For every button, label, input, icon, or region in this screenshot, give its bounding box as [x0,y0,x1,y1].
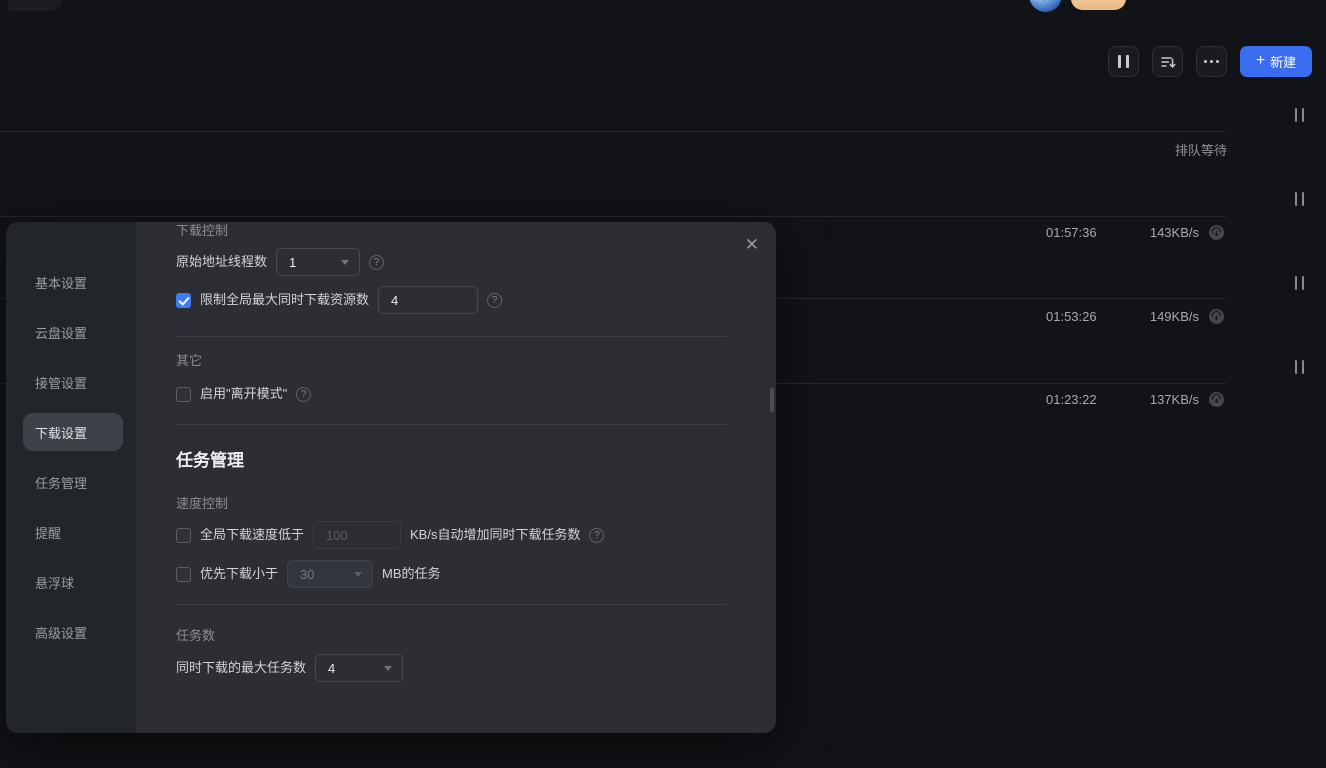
cloud-download-icon[interactable] [1209,392,1224,407]
sidebar-item-download[interactable]: 下载设置 [23,413,123,451]
help-icon[interactable]: ? [487,293,502,308]
task-speed: 137KB/s [1150,392,1199,407]
settings-content: ✕ 下载控制 原始地址线程数 1 ? 限制全局最大同时下载资源数 ? 其它 启用… [136,222,776,733]
task-time: 01:57:36 [1046,225,1097,240]
section-divider [176,424,727,425]
help-icon[interactable]: ? [589,528,604,543]
vip-badge[interactable] [1071,0,1126,10]
speed-rule-checkbox[interactable] [176,528,191,543]
max-tasks-label: 同时下载的最大任务数 [176,659,306,677]
task-pause-button[interactable] [1295,360,1304,374]
origin-threads-row: 原始地址线程数 1 ? [176,248,384,276]
origin-threads-label: 原始地址线程数 [176,253,267,271]
section-task-count: 任务数 [176,627,215,645]
chevron-down-icon [354,572,362,577]
pause-icon [1118,55,1129,68]
chevron-down-icon [341,260,349,265]
help-icon[interactable]: ? [369,255,384,270]
away-mode-row: 启用"离开模式" ? [176,385,311,403]
help-icon[interactable]: ? [296,387,311,402]
sidebar-item-cloud[interactable]: 云盘设置 [23,313,123,351]
origin-threads-value: 1 [289,255,296,270]
task-pause-button[interactable] [1295,192,1304,206]
away-mode-label[interactable]: 启用"离开模式" [200,385,287,403]
sidebar-item-advanced[interactable]: 高级设置 [23,613,123,651]
max-tasks-select[interactable]: 4 [315,654,403,682]
priority-suffix: MB的任务 [382,565,441,583]
section-download-control: 下载控制 [176,222,228,240]
section-divider [176,336,727,337]
cloud-download-icon[interactable] [1209,225,1224,240]
task-row: 01:53:26 149KB/s [1046,308,1224,324]
new-task-button[interactable]: + 新建 [1240,46,1312,77]
limit-resources-checkbox[interactable] [176,293,191,308]
sort-button[interactable] [1152,46,1183,77]
plus-icon: + [1256,53,1265,69]
task-row: 01:57:36 143KB/s [1046,224,1224,240]
globe-avatar-icon [1029,0,1062,12]
cloud-download-icon[interactable] [1209,309,1224,324]
row-divider [0,131,1226,132]
settings-sidebar: 基本设置 云盘设置 接管设置 下载设置 任务管理 提醒 悬浮球 高级设置 [6,222,136,733]
section-other: 其它 [176,352,202,370]
more-button[interactable] [1196,46,1227,77]
new-task-label: 新建 [1270,52,1296,71]
limit-resources-row: 限制全局最大同时下载资源数 ? [176,286,502,314]
row-divider [0,216,1226,217]
task-time: 01:53:26 [1046,309,1097,324]
user-avatar[interactable] [1029,0,1062,12]
priority-prefix[interactable]: 优先下载小于 [200,565,278,583]
section-speed-control: 速度控制 [176,495,228,513]
away-mode-checkbox[interactable] [176,387,191,402]
task-time: 01:23:22 [1046,392,1097,407]
pause-all-button[interactable] [1108,46,1139,77]
priority-size-select[interactable]: 30 [287,560,373,588]
sort-descending-icon [1160,54,1176,70]
section-divider [176,604,727,605]
speed-threshold-input[interactable] [313,521,401,549]
limit-resources-label[interactable]: 限制全局最大同时下载资源数 [200,291,369,309]
sidebar-item-reminder[interactable]: 提醒 [23,513,123,551]
task-pause-button[interactable] [1295,108,1304,122]
sidebar-item-takeover[interactable]: 接管设置 [23,363,123,401]
priority-size-value: 30 [300,567,314,582]
origin-threads-select[interactable]: 1 [276,248,360,276]
window-corner [8,0,62,11]
sidebar-item-basic[interactable]: 基本设置 [23,263,123,301]
task-speed: 149KB/s [1150,309,1199,324]
chevron-down-icon [384,666,392,671]
scrollbar-thumb[interactable] [770,388,774,412]
task-management-heading: 任务管理 [176,448,244,474]
task-row: 01:23:22 137KB/s [1046,391,1224,407]
limit-resources-input[interactable] [378,286,478,314]
close-icon[interactable]: ✕ [741,232,763,257]
speed-rule-suffix: KB/s自动增加同时下载任务数 [410,526,580,544]
task-speed: 143KB/s [1150,225,1199,240]
task-pause-button[interactable] [1295,276,1304,290]
priority-row: 优先下载小于 30 MB的任务 [176,560,441,588]
more-icon [1204,60,1219,63]
sidebar-item-task[interactable]: 任务管理 [23,463,123,501]
task-status-text: 排队等待 [1137,140,1227,159]
settings-dialog: 基本设置 云盘设置 接管设置 下载设置 任务管理 提醒 悬浮球 高级设置 ✕ 下… [6,222,776,733]
speed-rule-prefix[interactable]: 全局下载速度低于 [200,526,304,544]
max-tasks-row: 同时下载的最大任务数 4 [176,654,403,682]
sidebar-item-floatball[interactable]: 悬浮球 [23,563,123,601]
priority-checkbox[interactable] [176,567,191,582]
speed-rule-row: 全局下载速度低于 KB/s自动增加同时下载任务数 ? [176,521,604,549]
max-tasks-value: 4 [328,661,335,676]
